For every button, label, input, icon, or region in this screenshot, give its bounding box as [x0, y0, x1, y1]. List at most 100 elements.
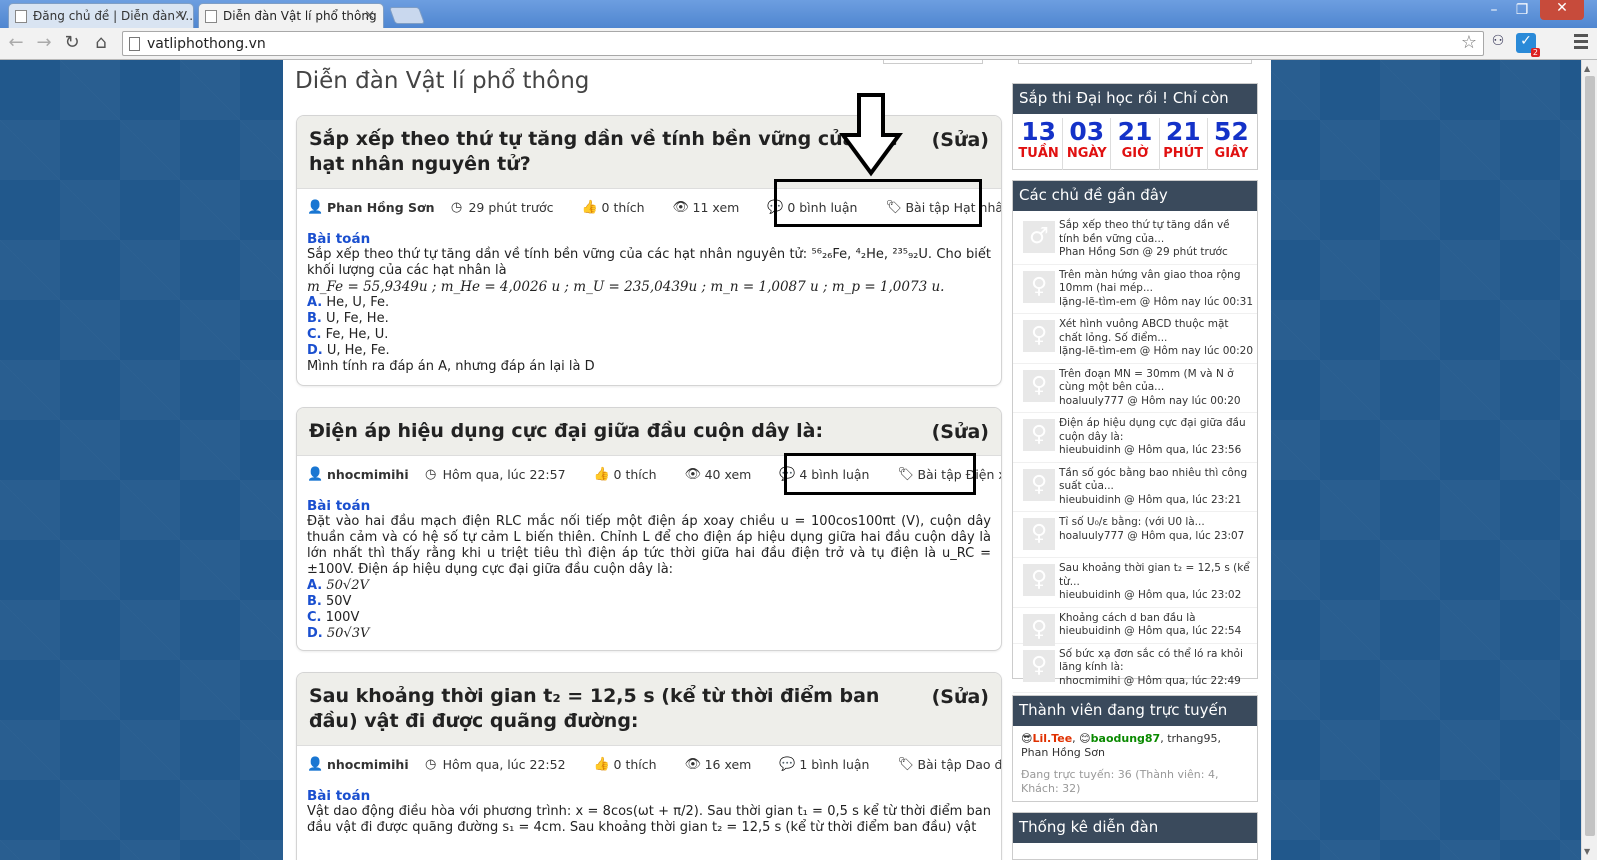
- list-item[interactable]: ♀ Điện áp hiệu dụng cực đại giữa đầu cuộn…: [1013, 413, 1257, 463]
- address-bar[interactable]: vatliphothong.vn ☆: [122, 31, 1484, 56]
- scrollbar-thumb[interactable]: [1585, 76, 1595, 836]
- user-icon: 👤: [307, 756, 324, 772]
- female-avatar-icon: ♀: [1023, 369, 1055, 402]
- countdown-seconds: 52 GIÂY: [1214, 117, 1249, 162]
- page-icon: [15, 10, 27, 23]
- close-icon[interactable]: ×: [364, 8, 375, 23]
- bookmark-star-icon[interactable]: ☆: [1461, 32, 1477, 53]
- list-item[interactable]: ♀ Tần số góc bằng bao nhiêu thì công suất…: [1013, 463, 1257, 512]
- problem-text: Vật dao động điều hòa với phương trình: …: [307, 804, 991, 835]
- post-body: Bài toán Đặt vào hai đầu mạch điện RLC m…: [297, 492, 1001, 642]
- list-item[interactable]: ♀ Trên đoạn MN = 30mm (M và N ở cùng một …: [1013, 364, 1257, 413]
- post-title[interactable]: Sắp xếp theo thứ tự tăng dần về tính bền…: [309, 127, 929, 177]
- restore-icon[interactable]: ❐: [1508, 2, 1536, 18]
- online-stats: Đang trực tuyến: 36 (Thành viên: 4, Khác…: [1021, 768, 1219, 795]
- post-title[interactable]: Điện áp hiệu dụng cực đại giữa đầu cuộn …: [309, 419, 929, 444]
- post-author[interactable]: 👤 Phan Hồng Sơn: [307, 200, 434, 215]
- menu-icon[interactable]: [1574, 34, 1588, 52]
- eye-icon: 👁: [672, 199, 690, 215]
- back-icon[interactable]: ←: [4, 32, 28, 53]
- page-icon: [129, 37, 140, 51]
- post-tag[interactable]: 🏷Bài tập Dao động cơ: [897, 757, 1001, 772]
- smiley-icon: 😎: [1021, 732, 1033, 745]
- countdown-title: Sắp thi Đại học rồi ! Chỉ còn: [1013, 84, 1257, 114]
- female-avatar-icon: ♀: [1023, 468, 1055, 501]
- female-avatar-icon: ♀: [1023, 564, 1055, 596]
- page-scrollbar[interactable]: ▲ ▼: [1581, 60, 1597, 860]
- post-note: Mình tính ra đáp án A, nhưng đáp án lại …: [307, 359, 595, 374]
- minimize-icon[interactable]: –: [1480, 2, 1508, 18]
- post-likes[interactable]: 👍 0 thích: [594, 467, 671, 482]
- post-likes[interactable]: 👍 0 thích: [582, 200, 659, 215]
- post-author[interactable]: 👤 nhocmimihi: [307, 757, 409, 772]
- page-title: Diễn đàn Vật lí phổ thông: [295, 68, 590, 94]
- male-avatar-icon: ♂: [1023, 221, 1055, 253]
- highlight-box-tag: [784, 453, 976, 495]
- female-avatar-icon: ♀: [1023, 419, 1055, 451]
- member-link[interactable]: baodung87: [1091, 732, 1161, 745]
- post-header: Sau khoảng thời gian t₂ = 12,5 s (kể từ …: [297, 673, 1001, 746]
- countdown-minutes: 21 PHÚT: [1160, 118, 1208, 170]
- list-item[interactable]: ♀ Trên màn hứng vân giao thoa rộng 10mm (…: [1013, 265, 1257, 314]
- post-card: Điện áp hiệu dụng cực đại giữa đầu cuộn …: [296, 407, 1002, 651]
- home-icon[interactable]: ⌂: [89, 32, 113, 53]
- post-time: ◷ Hôm qua, lúc 22:52: [423, 757, 580, 772]
- problem-label: Bài toán: [307, 498, 371, 514]
- problem-text: Đặt vào hai đầu mạch điện RLC mắc nối ti…: [307, 514, 991, 577]
- list-item[interactable]: ♀ Tỉ số U₀/ε bằng: (với U0 là... hoaluuly7…: [1013, 512, 1257, 558]
- browser-tab-2[interactable]: Diễn đàn Vật lí phổ thông ×: [198, 3, 384, 28]
- option-b: B. U, Fe, He.: [307, 311, 389, 326]
- member-link[interactable]: Lil.Tee: [1032, 732, 1072, 745]
- countdown-weeks: 13 TUẦN: [1015, 118, 1064, 170]
- post-card: Sau khoảng thời gian t₂ = 12,5 s (kể từ …: [296, 672, 1002, 860]
- list-item[interactable]: ♀ Khoảng cách d ban đầu là hieubuidinh @ H…: [1013, 608, 1257, 646]
- post-meta: 👤 nhocmimihi ◷ Hôm qua, lúc 22:52 👍 0 thích…: [297, 746, 1001, 782]
- countdown-hours: 21 GIỜ: [1111, 118, 1160, 170]
- post-comments[interactable]: 💬 1 bình luận: [779, 757, 883, 772]
- user-icon: 👤: [307, 199, 324, 215]
- tab-label: Đăng chủ đề | Diễn đàn V...: [33, 9, 194, 23]
- user-icon: 👤: [307, 466, 324, 482]
- list-item[interactable]: ♂ Sắp xếp theo thứ tự tăng dần về tính bề…: [1013, 215, 1257, 265]
- list-item[interactable]: ♀ Số bức xạ đơn sắc có thể ló ra khỏi lăn…: [1013, 644, 1257, 693]
- post-time: ◷ 29 phút trước: [448, 200, 567, 215]
- new-tab-button[interactable]: [388, 7, 426, 24]
- clock-icon: ◷: [424, 466, 437, 482]
- recent-threads-list: ♂ Sắp xếp theo thứ tự tăng dần về tính bề…: [1013, 211, 1257, 693]
- browser-tab-1[interactable]: Đăng chủ đề | Diễn đàn V... ×: [8, 3, 194, 28]
- post-time: ◷ Hôm qua, lúc 22:57: [423, 467, 580, 482]
- close-icon[interactable]: ×: [174, 8, 185, 23]
- tab-label: Diễn đàn Vật lí phổ thông: [223, 9, 377, 23]
- post-likes[interactable]: 👍 0 thích: [594, 757, 671, 772]
- edit-link[interactable]: (Sửa): [932, 421, 989, 443]
- post-title[interactable]: Sau khoảng thời gian t₂ = 12,5 s (kể từ …: [309, 684, 929, 734]
- female-avatar-icon: ♀: [1023, 518, 1055, 550]
- list-item[interactable]: ♀ Sau khoảng thời gian t₂ = 12,5 s (kể từ…: [1013, 558, 1257, 608]
- like-icon: 👍: [593, 756, 610, 772]
- forum-stats-box: Thống kê diễn đàn: [1012, 812, 1258, 860]
- countdown-days: 03 NGÀY: [1063, 118, 1112, 170]
- edit-link[interactable]: (Sửa): [932, 686, 989, 708]
- eye-icon: 👁: [684, 466, 702, 482]
- forward-icon[interactable]: →: [32, 32, 56, 53]
- extension-icon[interactable]: ⚇: [1488, 33, 1508, 53]
- option-d: D. 50√3V: [307, 626, 370, 641]
- edit-link[interactable]: (Sửa): [932, 129, 989, 151]
- problem-label: Bài toán: [307, 231, 371, 247]
- countdown: 13 TUẦN 03 NGÀY 21 GIỜ 21 PHÚT 52 GIÂY: [1013, 114, 1257, 170]
- female-avatar-icon: ♀: [1023, 649, 1055, 682]
- extension-badge-icon[interactable]: ✓ 2: [1516, 33, 1540, 57]
- list-item[interactable]: ♀ Xét hình vuông ABCD thuộc mặt chất lỏng…: [1013, 314, 1257, 364]
- like-icon: 👍: [593, 466, 610, 482]
- down-arrow-icon: [839, 93, 903, 177]
- member-link[interactable]: Phan Hồng Sơn: [1021, 746, 1105, 759]
- post-author[interactable]: 👤 nhocmimihi: [307, 467, 409, 482]
- member-link[interactable]: , trhang95,: [1160, 732, 1221, 745]
- clock-icon: ◷: [450, 199, 463, 215]
- scroll-down-icon[interactable]: ▼: [1584, 847, 1590, 856]
- reload-icon[interactable]: ↻: [60, 32, 84, 53]
- close-window-icon[interactable]: ✕: [1540, 0, 1584, 20]
- page-icon: [205, 10, 217, 23]
- scroll-up-icon[interactable]: ▲: [1584, 64, 1590, 73]
- badge-count: 2: [1530, 48, 1540, 57]
